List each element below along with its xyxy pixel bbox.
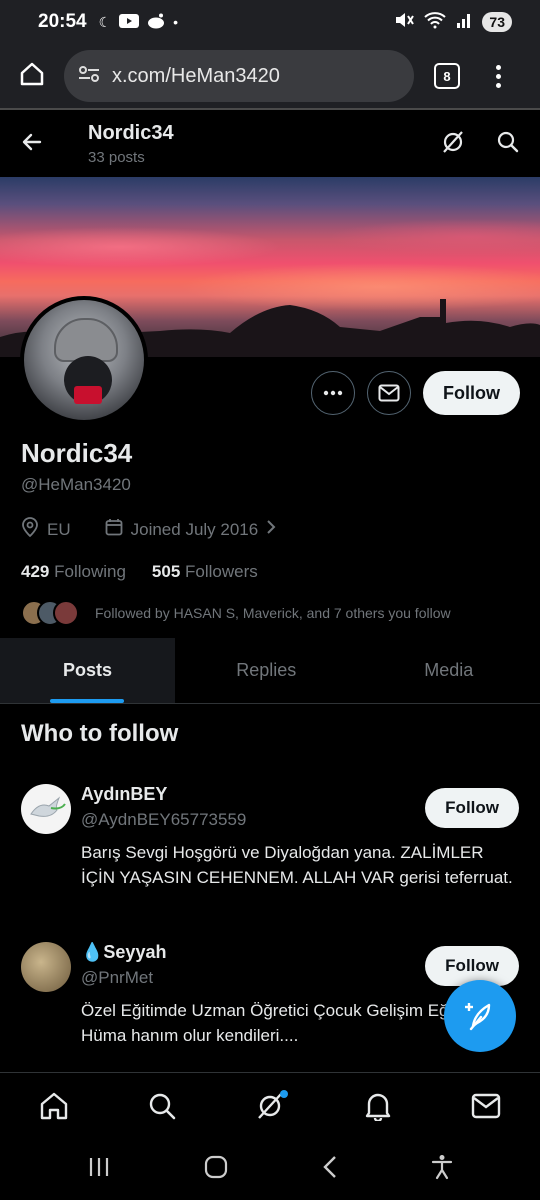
- calendar-icon: [105, 518, 123, 541]
- status-time: 20:54: [38, 11, 87, 32]
- profile-actions: Follow: [311, 371, 520, 415]
- followed-by-row[interactable]: Followed by HASAN S, Maverick, and 7 oth…: [21, 600, 521, 626]
- dove-icon: [30, 796, 66, 817]
- moon-icon: ☾: [98, 13, 112, 30]
- more-icon: [323, 390, 343, 396]
- suggested-user-card[interactable]: AydınBEY @AydnBEY65773559 Barış Sevgi Ho…: [21, 784, 521, 914]
- system-navigation: [0, 1138, 540, 1200]
- nav-grok[interactable]: [250, 1086, 290, 1126]
- youtube-icon: [119, 13, 140, 31]
- profile-handle: @HeMan3420: [21, 475, 131, 494]
- profile-info: Nordic34 @HeMan3420 EU Joined July 2016 …: [21, 438, 521, 626]
- browser-toolbar: x.com/HeMan3420 8: [0, 44, 540, 110]
- wifi-icon: [424, 11, 447, 34]
- back-icon[interactable]: [322, 1155, 338, 1184]
- tab-switcher-button[interactable]: 8: [434, 63, 460, 89]
- suggested-user-avatar[interactable]: [21, 784, 71, 834]
- tab-media[interactable]: Media: [358, 638, 540, 703]
- status-bar: 20:54 ☾ • 73: [0, 0, 540, 44]
- suggested-user-avatar[interactable]: [21, 942, 71, 992]
- mini-avatar: [53, 600, 79, 626]
- search-icon[interactable]: [496, 130, 520, 159]
- compose-post-button[interactable]: [444, 980, 516, 1052]
- followed-by-text: Followed by HASAN S, Maverick, and 7 oth…: [95, 605, 451, 621]
- mail-icon: [471, 1093, 501, 1118]
- following-stat[interactable]: 429 Following: [21, 562, 126, 582]
- signal-icon: [456, 12, 472, 33]
- bottom-navigation: [0, 1072, 540, 1138]
- grok-icon[interactable]: [440, 129, 466, 160]
- nav-home[interactable]: [34, 1086, 74, 1126]
- more-options-button[interactable]: [311, 371, 355, 415]
- chevron-right-icon[interactable]: [266, 519, 276, 540]
- profile-display-name: Nordic34: [21, 438, 133, 468]
- nav-notification-dot: [280, 1089, 288, 1098]
- home-button-icon[interactable]: [204, 1155, 228, 1184]
- profile-tabs: Posts Replies Media: [0, 638, 540, 704]
- suggested-user-card[interactable]: 💧Seyyah @PnrMet Özel Eğitimde Uzman Öğre…: [21, 942, 521, 1052]
- bell-icon: [365, 1093, 391, 1121]
- nav-messages[interactable]: [466, 1086, 506, 1126]
- suggested-user-handle: @AydnBEY65773559: [81, 810, 247, 829]
- compose-feather-icon: [465, 1003, 491, 1031]
- suggested-user-handle: @PnrMet: [81, 968, 154, 987]
- message-button[interactable]: [367, 371, 411, 415]
- nav-explore[interactable]: [142, 1086, 182, 1126]
- nav-notifications[interactable]: [358, 1086, 398, 1126]
- follow-button[interactable]: Follow: [423, 371, 520, 415]
- url-text: x.com/HeMan3420: [112, 64, 280, 87]
- tab-posts[interactable]: Posts: [0, 638, 175, 703]
- back-arrow-icon[interactable]: [20, 130, 44, 159]
- home-icon[interactable]: [18, 60, 46, 93]
- profile-location: EU: [47, 519, 71, 539]
- header-post-count: 33 posts: [88, 149, 145, 166]
- recent-apps-icon[interactable]: [87, 1156, 111, 1183]
- followers-stat[interactable]: 505 Followers: [152, 562, 258, 582]
- battery-indicator: 73: [482, 12, 512, 32]
- suggested-user-name: AydınBEY: [81, 784, 168, 804]
- profile-joined: Joined July 2016: [130, 519, 259, 539]
- search-icon: [149, 1093, 176, 1119]
- accessibility-icon[interactable]: [431, 1154, 453, 1185]
- site-settings-icon[interactable]: [78, 65, 100, 88]
- reddit-icon: [147, 13, 165, 32]
- mute-icon: [394, 11, 415, 34]
- suggested-user-name: 💧Seyyah: [81, 942, 167, 962]
- header-profile-name: Nordic34: [88, 122, 174, 144]
- address-bar[interactable]: x.com/HeMan3420: [64, 50, 414, 102]
- profile-top-bar: Nordic34 33 posts: [0, 112, 540, 176]
- who-to-follow-title: Who to follow: [21, 720, 179, 747]
- notification-dot-icon: •: [173, 14, 179, 30]
- location-icon: [21, 517, 39, 542]
- suggested-user-bio: Barış Sevgi Hoşgörü ve Diyaloğdan yana. …: [81, 843, 513, 887]
- suggested-follow-button[interactable]: Follow: [425, 788, 519, 828]
- mail-icon: [378, 384, 400, 402]
- browser-menu-icon[interactable]: [496, 64, 501, 88]
- home-icon: [40, 1092, 68, 1119]
- profile-avatar[interactable]: [20, 296, 148, 424]
- tab-replies[interactable]: Replies: [175, 638, 358, 703]
